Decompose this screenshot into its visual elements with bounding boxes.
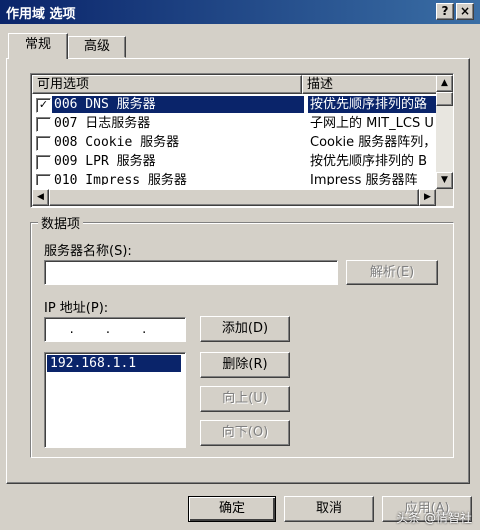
- tab-advanced[interactable]: 高级: [68, 36, 126, 58]
- option-description: Cookie 服务器阵列，: [310, 135, 436, 150]
- option-name: 007 日志服务器: [54, 116, 151, 131]
- help-button[interactable]: ?: [436, 3, 454, 20]
- list-item[interactable]: 007 日志服务器 子网上的 MIT_LCS U: [32, 114, 436, 133]
- ip-address-input[interactable]: . . .: [44, 317, 186, 342]
- checkbox[interactable]: [36, 136, 51, 151]
- close-button[interactable]: ×: [456, 3, 474, 20]
- resolve-button[interactable]: 解析(E): [346, 260, 438, 285]
- options-list[interactable]: 可用选项 描述 ✓ 006 DNS 服务器 按优先顺序排列的路 007 日志服务…: [30, 73, 454, 208]
- list-item[interactable]: 192.168.1.1: [47, 355, 181, 372]
- option-name: 006 DNS 服务器: [52, 96, 304, 113]
- column-header-option[interactable]: 可用选项: [32, 75, 302, 94]
- scroll-right-icon[interactable]: ▶: [419, 189, 436, 206]
- option-description: 按优先顺序排列的 B: [310, 154, 428, 169]
- checkbox[interactable]: [36, 155, 51, 170]
- horizontal-scroll-thumb[interactable]: [49, 189, 419, 206]
- scroll-corner: [436, 189, 453, 206]
- scroll-down-icon[interactable]: ▼: [436, 172, 453, 189]
- checkbox[interactable]: ✓: [36, 98, 51, 113]
- ip-address-list[interactable]: 192.168.1.1: [44, 352, 186, 448]
- option-description: Impress 服务器阵: [310, 173, 418, 185]
- option-description: 子网上的 MIT_LCS U: [310, 116, 434, 131]
- window-title: 作用域 选项: [6, 7, 76, 22]
- add-button[interactable]: 添加(D): [200, 316, 290, 342]
- option-name: 009 LPR 服务器: [54, 154, 156, 169]
- move-up-button[interactable]: 向上(U): [200, 386, 290, 412]
- vertical-scroll-thumb[interactable]: [436, 92, 453, 106]
- group-legend: 数据项: [38, 213, 84, 232]
- checkbox[interactable]: [36, 117, 51, 132]
- server-name-input[interactable]: [44, 260, 338, 285]
- remove-button[interactable]: 删除(R): [200, 352, 290, 378]
- option-name: 010 Impress 服务器: [54, 173, 187, 185]
- ok-button[interactable]: 确定: [188, 496, 276, 522]
- cancel-button[interactable]: 取消: [284, 496, 374, 522]
- move-down-button[interactable]: 向下(O): [200, 420, 290, 446]
- option-description: 按优先顺序排列的路: [308, 96, 436, 113]
- watermark: 头条 @情智社: [396, 511, 472, 525]
- list-item[interactable]: 010 Impress 服务器 Impress 服务器阵: [32, 171, 436, 185]
- server-name-label: 服务器名称(S):: [44, 244, 132, 259]
- list-item[interactable]: 009 LPR 服务器 按优先顺序排列的 B: [32, 152, 436, 171]
- option-name: 008 Cookie 服务器: [54, 135, 180, 150]
- list-item[interactable]: 008 Cookie 服务器 Cookie 服务器阵列，: [32, 133, 436, 152]
- column-header-description[interactable]: 描述: [302, 75, 438, 94]
- list-item[interactable]: ✓ 006 DNS 服务器 按优先顺序排列的路: [32, 95, 436, 114]
- tab-general[interactable]: 常规: [8, 33, 68, 59]
- scroll-left-icon[interactable]: ◀: [32, 189, 49, 206]
- scroll-up-icon[interactable]: ▲: [436, 75, 453, 92]
- checkbox[interactable]: [36, 174, 51, 185]
- ip-address-label: IP 地址(P):: [44, 301, 109, 316]
